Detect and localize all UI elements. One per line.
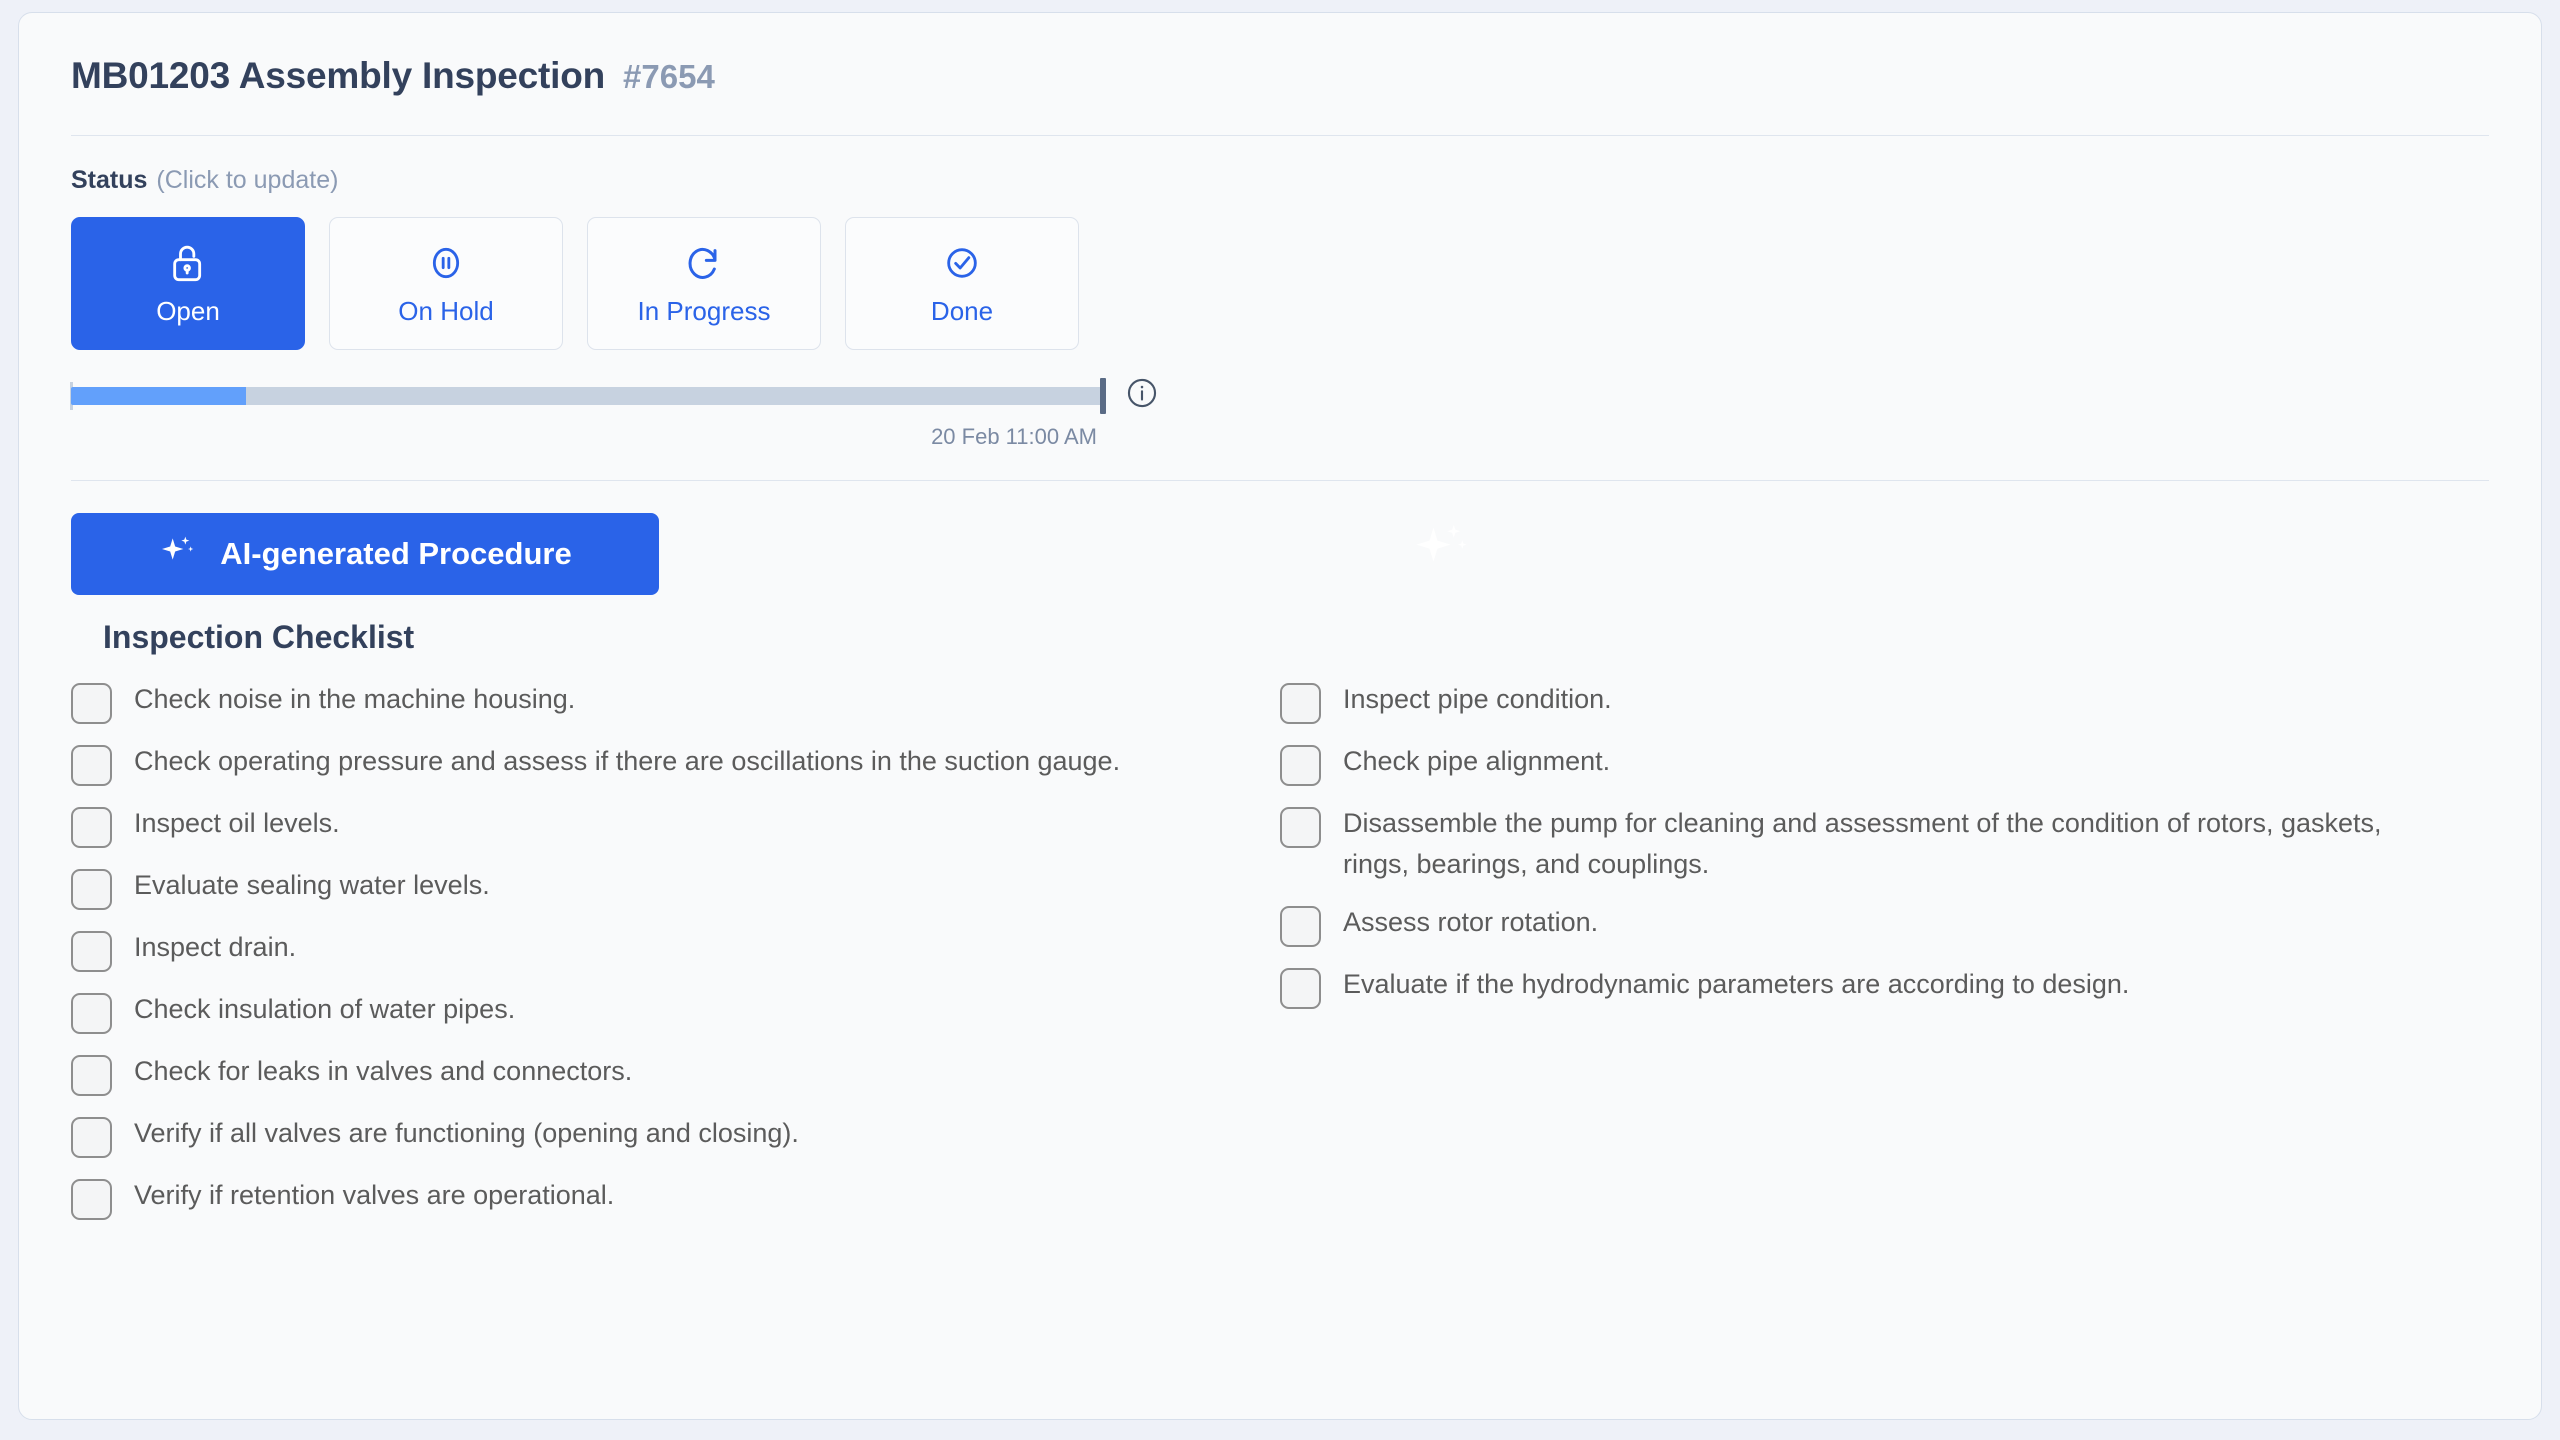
progress-due-label: 20 Feb 11:00 AM: [931, 424, 1097, 449]
ai-procedure-row: AI-generated Procedure: [71, 513, 2489, 595]
status-button-group: Open On Hold In Progress Done: [71, 217, 2489, 350]
progress-bar-fill: [71, 386, 247, 405]
info-icon[interactable]: [1125, 376, 1159, 415]
list-item[interactable]: Disassemble the pump for cleaning and as…: [1280, 803, 2489, 885]
list-item-label: Verify if retention valves are operation…: [134, 1180, 615, 1210]
status-progress-row: [70, 376, 2489, 415]
list-item[interactable]: Inspect oil levels.: [71, 803, 1280, 848]
status-button-open[interactable]: Open: [71, 217, 305, 350]
inspection-checklist: Inspection Checklist Check noise in the …: [71, 621, 2489, 1237]
list-item-label: Inspect oil levels.: [134, 808, 340, 838]
checkbox[interactable]: [71, 931, 112, 972]
checkbox[interactable]: [71, 993, 112, 1034]
list-item-label: Assess rotor rotation.: [1343, 907, 1599, 938]
checkbox[interactable]: [71, 1179, 112, 1220]
list-item-label: Check operating pressure and assess if t…: [134, 746, 1121, 776]
list-item[interactable]: Verify if retention valves are operation…: [71, 1175, 1280, 1220]
list-item[interactable]: Check insulation of water pipes.: [71, 989, 1280, 1034]
list-item[interactable]: Check pipe alignment.: [1280, 741, 2489, 786]
refresh-icon: [684, 241, 724, 285]
list-item[interactable]: Evaluate sealing water levels.: [71, 865, 1280, 910]
list-item-label: Inspect pipe condition.: [1343, 684, 1612, 714]
status-button-label: Done: [930, 295, 994, 326]
list-item-label: Check noise in the machine housing.: [134, 684, 576, 714]
checkbox[interactable]: [71, 807, 112, 848]
checkbox[interactable]: [71, 683, 112, 724]
list-item-label: Disassemble the pump for cleaning and as…: [1343, 808, 2382, 880]
checklist-column-left: Inspection Checklist Check noise in the …: [71, 621, 1280, 1237]
checkbox[interactable]: [1280, 906, 1321, 948]
section-divider: [71, 480, 2489, 481]
inspection-card: MB01203 Assembly Inspection #7654 Status…: [18, 12, 2542, 1420]
list-item-label: Check for leaks in valves and connectors…: [134, 1056, 633, 1086]
ai-generated-procedure-button[interactable]: AI-generated Procedure: [71, 513, 659, 595]
checklist-column-right: Inspect pipe condition. Check pipe align…: [1280, 621, 2489, 1237]
status-button-label: On Hold: [398, 295, 494, 326]
progress-bar[interactable]: [70, 377, 1106, 414]
checkbox[interactable]: [71, 745, 112, 786]
list-item-label: Check insulation of water pipes.: [134, 994, 516, 1024]
list-item-label: Evaluate sealing water levels.: [134, 870, 490, 900]
card-header: MB01203 Assembly Inspection #7654: [71, 13, 2489, 136]
progress-due-marker: [1100, 377, 1106, 414]
list-item-label: Evaluate if the hydrodynamic parameters …: [1343, 969, 2130, 1000]
ai-button-label: AI-generated Procedure: [220, 536, 572, 571]
list-item-label: Check pipe alignment.: [1343, 746, 1611, 776]
list-item[interactable]: Inspect drain.: [71, 927, 1280, 972]
status-button-label: In Progress: [637, 295, 771, 326]
list-item[interactable]: Check for leaks in valves and connectors…: [71, 1051, 1280, 1096]
list-item[interactable]: Evaluate if the hydrodynamic parameters …: [1280, 964, 2489, 1010]
status-label-row: Status (Click to update): [71, 166, 2489, 195]
pause-circle-icon: [426, 241, 466, 285]
checklist-column-right-spacer: [1280, 621, 2489, 679]
ticket-number: #7654: [623, 58, 715, 95]
status-button-label: Open: [156, 295, 220, 326]
unlock-icon: [168, 241, 208, 285]
status-button-in-progress[interactable]: In Progress: [587, 217, 821, 350]
page-title: MB01203 Assembly Inspection: [71, 55, 606, 96]
status-button-done[interactable]: Done: [845, 217, 1079, 350]
list-item[interactable]: Assess rotor rotation.: [1280, 902, 2489, 948]
list-item[interactable]: Check noise in the machine housing.: [71, 679, 1280, 724]
list-item-label: Verify if all valves are functioning (op…: [134, 1118, 799, 1148]
checkbox[interactable]: [1280, 745, 1321, 786]
sparkle-icon: [158, 533, 198, 576]
checkbox[interactable]: [71, 869, 112, 910]
sparkle-watermark-icon: [1410, 519, 1474, 588]
list-item[interactable]: Verify if all valves are functioning (op…: [71, 1113, 1280, 1158]
list-item-label: Inspect drain.: [134, 932, 297, 962]
checkbox[interactable]: [71, 1055, 112, 1096]
check-circle-icon: [942, 241, 982, 285]
checkbox[interactable]: [1280, 968, 1321, 1010]
list-item[interactable]: Inspect pipe condition.: [1280, 679, 2489, 724]
status-button-on-hold[interactable]: On Hold: [329, 217, 563, 350]
list-item[interactable]: Check operating pressure and assess if t…: [71, 741, 1280, 786]
checkbox[interactable]: [1280, 807, 1321, 848]
checklist-heading: Inspection Checklist: [103, 619, 415, 655]
status-hint: (Click to update): [156, 166, 339, 194]
status-label: Status: [71, 166, 148, 194]
checkbox[interactable]: [71, 1117, 112, 1158]
checkbox[interactable]: [1280, 683, 1321, 724]
